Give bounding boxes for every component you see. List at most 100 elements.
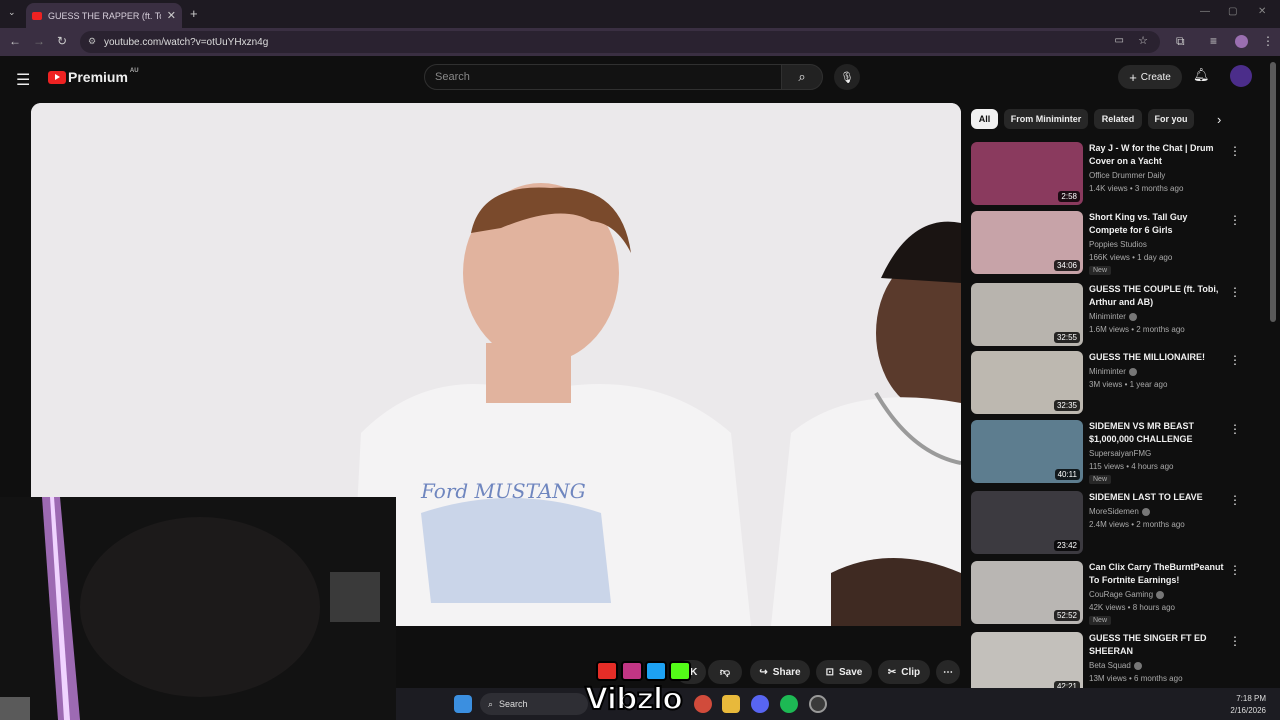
search-input[interactable]: Search <box>424 64 782 90</box>
chip-related[interactable]: Related <box>1094 109 1142 129</box>
back-icon[interactable]: ← <box>9 34 21 48</box>
browser-tab[interactable]: GUESS THE RAPPER (ft. Tobi ✕ <box>26 3 182 28</box>
close-window-icon[interactable]: ✕ <box>1258 6 1266 17</box>
more-options-icon[interactable]: ⋮ <box>1229 353 1241 367</box>
chip-all[interactable]: All <box>971 109 998 129</box>
recommendation-title[interactable]: GUESS THE SINGER FT ED SHEERAN <box>1089 632 1227 658</box>
region-code: AU <box>129 68 139 74</box>
video-thumbnail[interactable]: 34:06 <box>971 211 1083 274</box>
forward-icon[interactable]: → <box>33 34 45 48</box>
recommendation-item[interactable]: 52:52 Can Clix Carry TheBurntPeanut To Fo… <box>971 561 1251 625</box>
taskbar-clock[interactable]: 7:18 PM 2/16/2026 <box>1218 693 1266 717</box>
chrome-taskbar-icon[interactable] <box>694 695 712 713</box>
profile-icon[interactable] <box>1235 35 1248 48</box>
channel-name[interactable]: Office Drummer Daily <box>1089 171 1165 180</box>
more-options-icon[interactable]: ⋮ <box>1229 213 1241 227</box>
share-button[interactable]: ↪ Share <box>750 660 810 684</box>
recommendation-title[interactable]: SIDEMEN VS MR BEAST $1,000,000 CHALLENGE <box>1089 420 1227 446</box>
recommendation-title[interactable]: Ray J - W for the Chat | Drum Cover on a… <box>1089 142 1227 168</box>
more-options-icon[interactable]: ⋮ <box>1229 285 1241 299</box>
channel-label: Miniminter <box>1089 367 1126 376</box>
spotify-icon[interactable] <box>780 695 798 713</box>
create-button[interactable]: + Create <box>1118 65 1182 89</box>
create-label: Create <box>1140 71 1171 83</box>
url-field[interactable]: ⚙ youtube.com/watch?v=otUuYHxzn4g ▭ ☆ <box>80 31 1160 53</box>
more-options-icon[interactable]: ⋮ <box>1229 563 1241 577</box>
minimize-icon[interactable]: — <box>1200 6 1210 17</box>
recommendation-item[interactable]: 34:06 Short King vs. Tall Guy Compete for… <box>971 211 1251 275</box>
bookmark-star-icon[interactable]: ☆ <box>1138 34 1148 47</box>
recommendation-title[interactable]: GUESS THE MILLIONAIRE! <box>1089 351 1227 364</box>
youtube-favicon-icon <box>32 11 42 20</box>
close-tab-icon[interactable]: ✕ <box>167 9 176 22</box>
channel-name[interactable]: Beta Squad <box>1089 661 1142 670</box>
video-thumbnail[interactable]: 42:21 <box>971 632 1083 695</box>
recommendation-item[interactable]: 40:11 SIDEMEN VS MR BEAST $1,000,000 CHAL… <box>971 420 1251 484</box>
save-label: Save <box>839 666 863 678</box>
video-thumbnail[interactable]: 52:52 <box>971 561 1083 624</box>
video-thumbnail[interactable]: 2:58 <box>971 142 1083 205</box>
tab-title: GUESS THE RAPPER (ft. Tobi <box>48 10 161 21</box>
new-tab-icon[interactable]: + <box>190 6 198 21</box>
recommendation-title[interactable]: Short King vs. Tall Guy Compete for 6 Gi… <box>1089 211 1227 237</box>
new-badge: New <box>1089 475 1112 484</box>
recommendation-item[interactable]: 23:42 SIDEMEN LAST TO LEAVE MoreSidemen 2.4… <box>971 491 1251 555</box>
more-options-icon[interactable]: ⋮ <box>1229 144 1241 158</box>
channel-name[interactable]: SupersaiyanFMG <box>1089 449 1151 458</box>
site-info-icon[interactable]: ⚙ <box>88 36 96 47</box>
channel-name[interactable]: Miniminter <box>1089 312 1137 321</box>
page-scrollbar[interactable] <box>1270 62 1276 322</box>
reload-icon[interactable]: ↻ <box>57 34 67 48</box>
tab-list-icon[interactable]: ⌄ <box>8 7 16 18</box>
recommendation-title[interactable]: SIDEMEN LAST TO LEAVE <box>1089 491 1227 504</box>
channel-name[interactable]: MoreSidemen <box>1089 507 1150 516</box>
view-meta: 42K views • 8 hours ago <box>1089 603 1175 612</box>
youtube-header: ☰ Premium AU Search ⌕ 🎙 + Create 🔔︎ <box>0 56 1280 102</box>
recommendation-item[interactable]: 32:35 GUESS THE MILLIONAIRE! Miniminter 3M … <box>971 351 1251 415</box>
video-thumbnail[interactable]: 32:35 <box>971 351 1083 414</box>
channel-name[interactable]: Miniminter <box>1089 367 1137 376</box>
more-options-icon[interactable]: ⋮ <box>1229 493 1241 507</box>
channel-label: CouRage Gaming <box>1089 590 1154 599</box>
file-explorer-icon[interactable] <box>722 695 740 713</box>
account-avatar[interactable] <box>1230 65 1252 87</box>
cast-icon[interactable]: ▭ <box>1115 35 1124 46</box>
browser-menu-icon[interactable]: ⋮ <box>1262 34 1274 48</box>
discord-icon[interactable] <box>751 695 769 713</box>
recommendation-item[interactable]: 42:21 GUESS THE SINGER FT ED SHEERAN Beta … <box>971 632 1251 696</box>
save-icon: ⊡ <box>825 666 835 678</box>
hamburger-menu-icon[interactable]: ☰ <box>16 70 30 90</box>
search-button[interactable]: ⌕ <box>781 64 823 90</box>
extensions-icon[interactable]: ⧉ <box>1176 34 1185 49</box>
recommendation-title[interactable]: Can Clix Carry TheBurntPeanut To Fortnit… <box>1089 561 1227 587</box>
notifications-bell-icon[interactable]: 🔔︎ <box>1193 67 1210 83</box>
channel-label: SupersaiyanFMG <box>1089 449 1152 458</box>
video-thumbnail[interactable]: 40:11 <box>971 420 1083 483</box>
share-icon: ↪ <box>759 666 768 678</box>
obs-icon[interactable] <box>809 695 827 713</box>
recommendation-item[interactable]: 32:55 GUESS THE COUPLE (ft. Tobi, Arthur … <box>971 283 1251 347</box>
reading-list-icon[interactable]: ≡ <box>1210 34 1217 48</box>
channel-name[interactable]: CouRage Gaming <box>1089 590 1165 599</box>
maximize-icon[interactable]: ▢ <box>1228 6 1237 17</box>
channel-name[interactable]: Poppies Studios <box>1089 240 1147 249</box>
windows-start-icon[interactable] <box>454 695 472 713</box>
save-button[interactable]: ⊡ Save <box>816 660 872 684</box>
chip-from-miniminter[interactable]: From Miniminter <box>1004 109 1088 129</box>
twitter-social-icon <box>645 661 667 681</box>
more-options-icon[interactable]: ⋮ <box>1229 422 1241 436</box>
chips-next-icon[interactable]: › <box>1217 112 1221 127</box>
dislike-button[interactable]: 👎︎ <box>708 660 742 684</box>
recommendation-title[interactable]: GUESS THE COUPLE (ft. Tobi, Arthur and A… <box>1089 283 1227 309</box>
recommendation-item[interactable]: 2:58 Ray J - W for the Chat | Drum Cover … <box>971 142 1251 206</box>
more-options-icon[interactable]: ⋮ <box>1229 634 1241 648</box>
voice-search-button[interactable]: 🎙 <box>834 64 860 90</box>
chip-for-you[interactable]: For you <box>1148 109 1194 129</box>
clip-button[interactable]: ✂ Clip <box>878 660 930 684</box>
taskbar-search[interactable]: ⌕ Search <box>480 693 588 715</box>
youtube-premium-logo[interactable]: Premium AU <box>48 68 139 85</box>
channel-label: MoreSidemen <box>1089 507 1139 516</box>
more-actions-button[interactable]: ⋯ <box>936 660 960 684</box>
video-thumbnail[interactable]: 23:42 <box>971 491 1083 554</box>
video-thumbnail[interactable]: 32:55 <box>971 283 1083 346</box>
